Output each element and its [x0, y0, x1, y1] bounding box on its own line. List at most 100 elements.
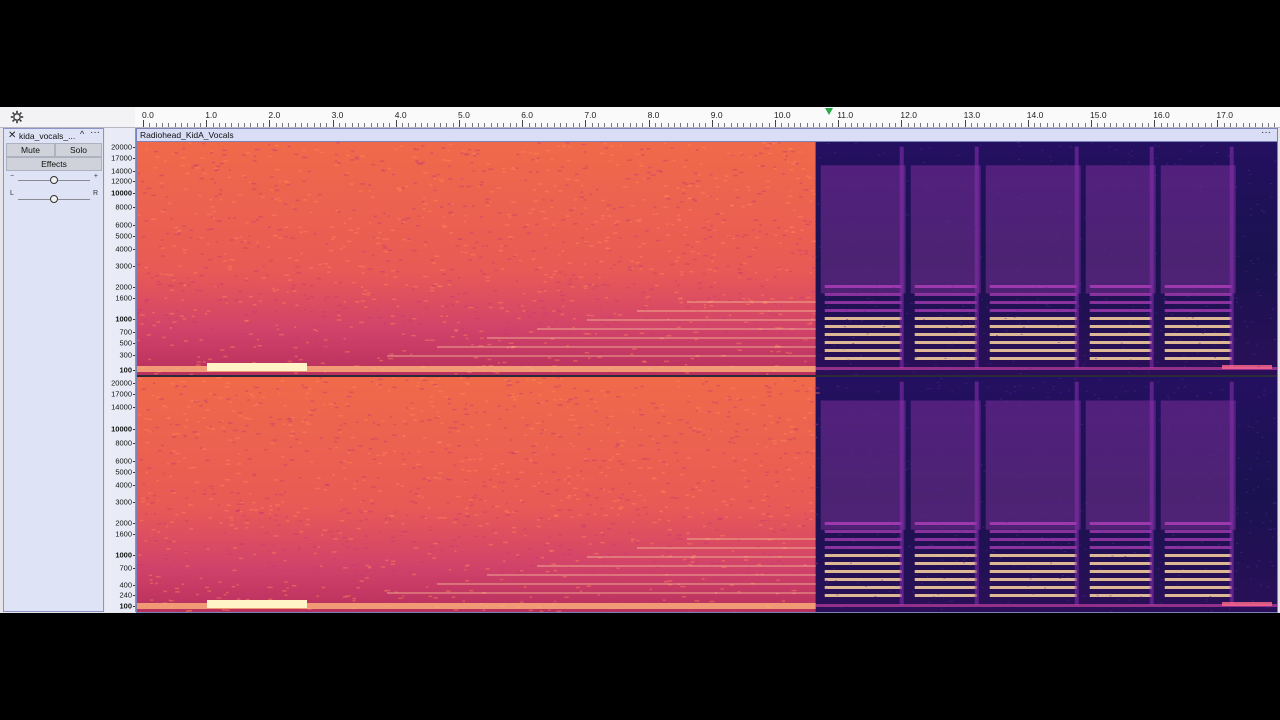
playhead-marker[interactable]: [824, 108, 833, 115]
noise-speckle: [650, 333, 655, 335]
solo-button[interactable]: Solo: [55, 143, 102, 157]
mute-button[interactable]: Mute: [6, 143, 55, 157]
timeline-ruler[interactable]: 0.0 1.0 2.0 3.0 4.0 5.0 6.0 7.0 8.0 9.0 10.0 11.0 12…: [135, 107, 1280, 128]
noise-speckle: [181, 156, 186, 159]
clean-speckle: [980, 256, 983, 258]
vocal-harmonic: [1164, 530, 1232, 533]
clean-speckle: [1205, 598, 1208, 600]
noise-speckle: [568, 549, 573, 551]
gear-icon[interactable]: [10, 110, 24, 124]
noise-speckle: [674, 291, 679, 294]
noise-speckle: [756, 577, 759, 579]
frequency-scale[interactable]: 20000 17000 14000 12000 10000 8000 6000 5000 400…: [105, 128, 136, 612]
clean-speckle: [912, 371, 915, 373]
noise-speckle: [449, 295, 455, 298]
spectrogram-channel-left[interactable]: [137, 142, 1277, 375]
noise-speckle: [702, 434, 706, 436]
clean-speckle: [1219, 428, 1222, 430]
noise-speckle: [407, 238, 412, 240]
track-name[interactable]: kida_vocals_...: [19, 131, 79, 141]
noise-speckle: [545, 447, 548, 449]
noise-speckle: [324, 263, 329, 265]
noise-speckle: [210, 152, 214, 154]
noise-speckle: [406, 407, 409, 409]
clean-speckle: [1111, 555, 1114, 557]
noise-speckle: [468, 148, 472, 151]
noise-speckle: [442, 159, 447, 161]
collapse-track-icon[interactable]: ^: [80, 129, 84, 139]
noise-speckle: [497, 212, 502, 214]
clean-speckle: [915, 574, 918, 576]
noise-speckle: [368, 566, 372, 568]
noise-speckle: [565, 399, 568, 401]
audio-clip[interactable]: Radiohead_KidA_Vocals ···: [136, 127, 1278, 613]
noise-speckle: [605, 416, 608, 419]
clean-speckle: [948, 225, 951, 227]
pan-slider-thumb[interactable]: [50, 195, 58, 203]
clean-speckle: [1226, 486, 1229, 488]
noise-speckle: [360, 183, 365, 185]
clip-header[interactable]: Radiohead_KidA_Vocals ···: [137, 127, 1277, 142]
noise-speckle: [502, 541, 508, 544]
noise-speckle: [511, 452, 517, 455]
noise-speckle: [584, 241, 589, 243]
noise-speckle: [733, 406, 737, 408]
clean-speckle: [1258, 560, 1261, 562]
noise-speckle: [276, 388, 280, 390]
noise-speckle: [362, 265, 366, 268]
noise-speckle: [428, 184, 433, 186]
noise-speckle: [240, 503, 245, 505]
noise-speckle: [766, 186, 770, 189]
pan-slider[interactable]: L R: [10, 190, 98, 204]
track-menu-icon[interactable]: ···: [90, 127, 100, 138]
clean-speckle: [1263, 390, 1266, 392]
spectrogram-channel-right[interactable]: [137, 377, 1277, 612]
noise-speckle: [463, 597, 466, 600]
noise-speckle: [601, 284, 606, 286]
noise-speckle: [559, 384, 562, 387]
noise-speckle: [360, 511, 363, 514]
timeline-minor-tick: [787, 123, 789, 127]
noise-speckle: [163, 314, 168, 316]
clean-speckle: [1087, 444, 1090, 446]
noise-speckle: [163, 554, 168, 556]
gain-slider-thumb[interactable]: [50, 176, 58, 184]
noise-speckle: [463, 244, 468, 247]
noise-speckle: [411, 600, 416, 603]
clean-speckle: [917, 467, 920, 469]
clean-speckle: [906, 603, 909, 605]
timeline-minor-tick: [446, 123, 448, 127]
noise-speckle: [575, 586, 580, 589]
clean-speckle: [894, 188, 897, 189]
clean-speckle: [1104, 249, 1107, 251]
noise-speckle: [715, 412, 721, 414]
effects-button[interactable]: Effects: [6, 157, 102, 171]
noise-speckle: [172, 279, 176, 281]
noise-speckle: [275, 504, 281, 506]
noise-speckle: [652, 272, 657, 275]
gain-slider[interactable]: − +: [10, 173, 98, 185]
clean-speckle: [925, 515, 928, 517]
clean-speckle: [1065, 177, 1068, 179]
noise-speckle: [185, 419, 189, 421]
noise-speckle: [299, 358, 303, 361]
noise-speckle: [510, 396, 516, 398]
noise-speckle: [176, 385, 179, 387]
close-track-icon[interactable]: ✕: [8, 130, 16, 141]
clean-speckle: [1257, 486, 1260, 488]
noise-speckle: [494, 505, 500, 508]
noise-speckle: [720, 242, 726, 244]
noise-speckle: [203, 546, 206, 548]
noise-speckle: [235, 510, 240, 512]
noise-speckle: [574, 403, 580, 405]
noise-speckle: [455, 245, 460, 247]
clean-speckle: [972, 224, 975, 226]
noise-speckle: [725, 397, 730, 399]
noise-speckle: [803, 512, 807, 515]
clean-speckle: [1245, 270, 1248, 272]
clean-speckle: [926, 191, 929, 193]
vocal-harmonic: [1164, 570, 1232, 573]
clip-menu-icon[interactable]: ···: [1261, 127, 1271, 138]
clean-speckle: [1074, 278, 1077, 280]
noise-speckle: [669, 496, 675, 499]
